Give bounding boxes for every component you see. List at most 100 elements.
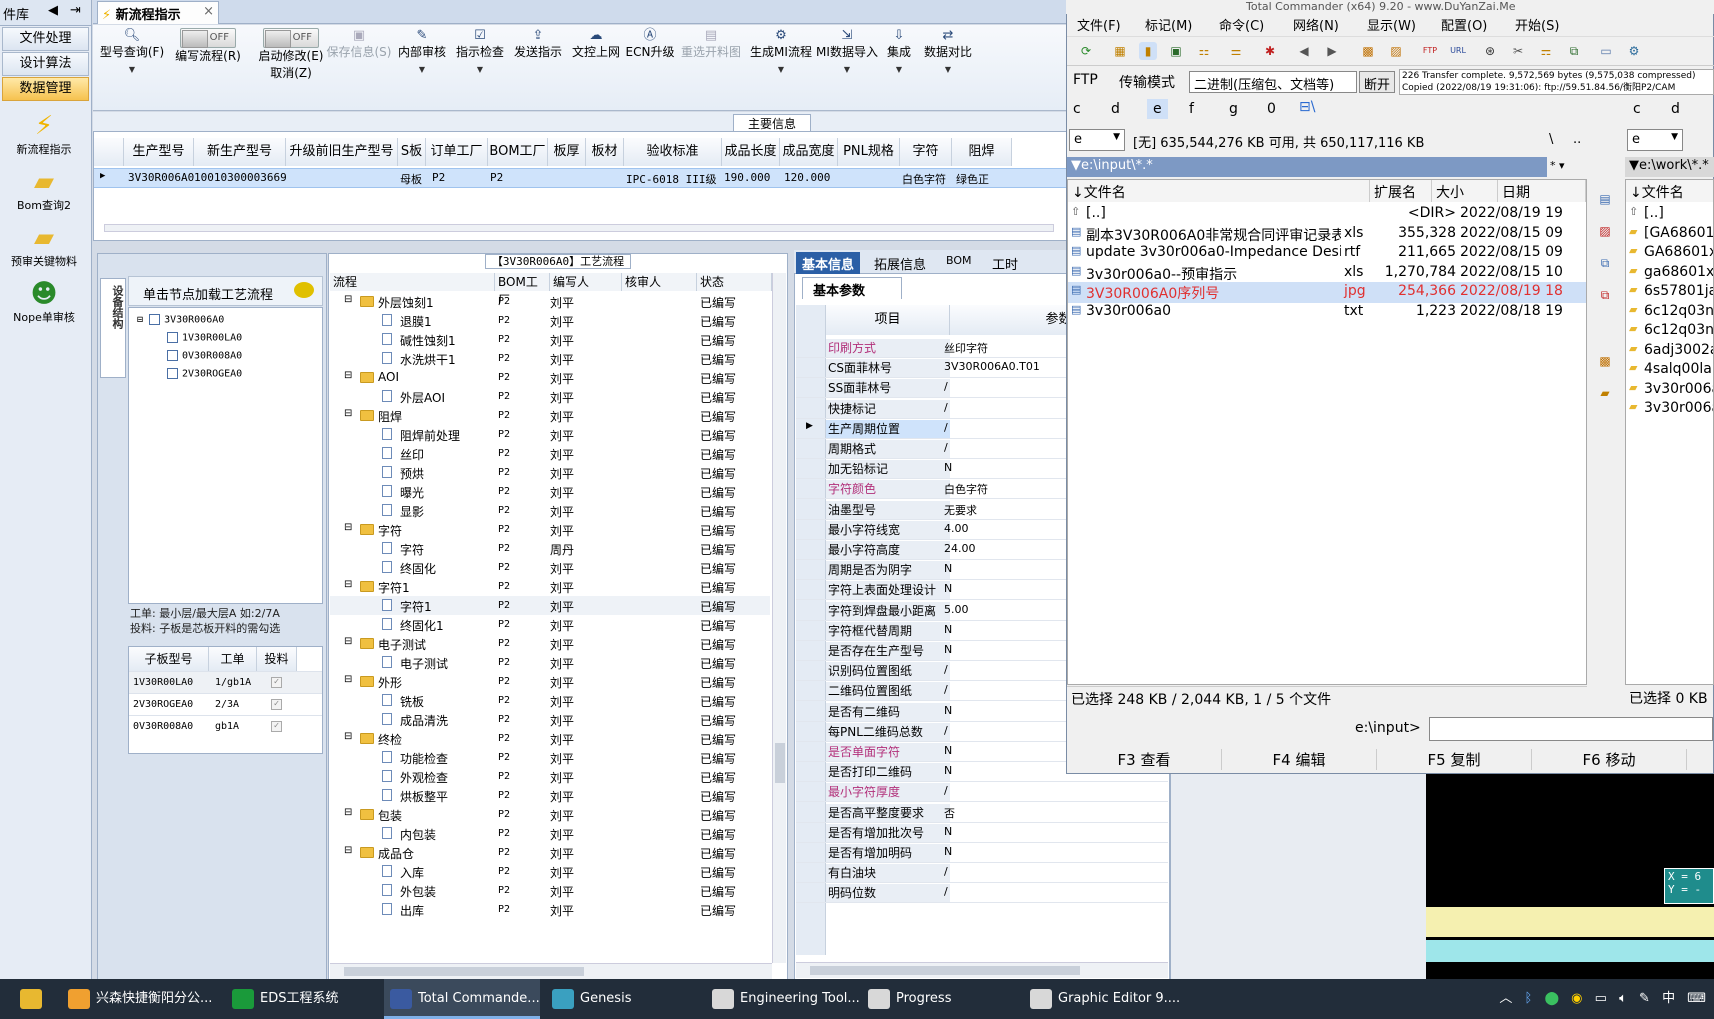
delete-file-icon[interactable]: ▨ (1596, 222, 1614, 240)
column-header-date[interactable]: 日期 (1498, 180, 1586, 202)
doc-control-online-button[interactable]: ☁ 文控上网 (567, 28, 625, 61)
tree-node-child[interactable]: 0V30R008A0 (167, 350, 242, 362)
grid-header[interactable]: 状态 (697, 273, 772, 291)
collapse-icon[interactable]: ⊟ (344, 294, 352, 305)
grid-header[interactable]: 工单 (209, 647, 257, 671)
sync-dirs-icon[interactable]: ⚎ (1537, 42, 1555, 60)
property-row[interactable]: 是否高平整度要求否 (796, 801, 1168, 823)
process-row[interactable]: 外层AOI P2 刘平 已编写 (330, 387, 770, 406)
chevron-down-icon[interactable]: ▼ (393, 61, 451, 78)
internal-review-button[interactable]: ✎ 内部审核 ▼ (393, 28, 451, 78)
file-row[interactable]: ⇧ [..] (1626, 204, 1713, 225)
process-row[interactable]: 字符 P2 周丹 已编写 (330, 539, 770, 558)
move-file-icon[interactable]: ⧉ (1596, 286, 1614, 304)
grid-header[interactable]: 字符 (900, 138, 952, 166)
property-value[interactable]: N (944, 461, 952, 474)
process-row[interactable]: 铣板 P2 刘平 已编写 (330, 691, 770, 710)
generate-mi-button[interactable]: ⚙ 生成MI流程 ▼ (747, 28, 815, 78)
settings-icon[interactable]: ⚙ (1625, 42, 1643, 60)
grid-header[interactable]: 投料 (257, 647, 297, 671)
property-row[interactable]: 最小字符厚度 / (796, 780, 1168, 803)
menu-config[interactable]: 配置(O) (1441, 15, 1487, 34)
file-row[interactable]: ⇧ [..] <DIR> 2022/08/19 19 (1068, 204, 1586, 225)
chevron-down-icon[interactable]: ▼ (747, 61, 815, 78)
process-row[interactable]: ⊟ AOI P2 刘平 已编写 (330, 368, 770, 387)
property-value[interactable]: / (944, 380, 948, 393)
grid-header[interactable]: S板 (398, 138, 426, 166)
grid-scrollbar[interactable] (104, 224, 1054, 232)
close-icon[interactable]: × (203, 4, 214, 19)
file-row[interactable]: ▤ 副本3V30R006A0非常规合同评审记录表 xls 355,328 2022/08… (1068, 224, 1586, 245)
network-drive-icon[interactable]: ⊟\ (1299, 99, 1315, 115)
collapse-icon[interactable]: ⊟ (344, 674, 352, 685)
multi-rename-icon[interactable]: ✂ (1509, 42, 1527, 60)
network-icon[interactable]: ▭ (1595, 991, 1607, 1006)
grid-header[interactable]: 项目 (826, 305, 950, 335)
ecn-upgrade-button[interactable]: Ⓐ ECN升级 (625, 28, 675, 61)
command-input[interactable] (1429, 717, 1713, 741)
grid-header[interactable]: 升级前旧生产型号 (286, 138, 398, 166)
model-query-button[interactable]: 🔍︎ 型号查询(F) ▼ (99, 28, 165, 78)
scroll-thumb[interactable] (810, 966, 1080, 975)
process-row[interactable]: ⊟ 成品仓 P2 刘平 已编写 (330, 843, 770, 862)
archive-icon[interactable]: ▩ (1596, 352, 1614, 370)
nope-review-button[interactable]: ☻ Nope单审核 (0, 279, 88, 325)
tab-work-hours[interactable]: 工时 (986, 252, 1024, 274)
bluetooth-icon[interactable]: ᛒ (1525, 991, 1533, 1006)
feed-checkbox[interactable]: ✓ (271, 677, 282, 688)
process-row[interactable]: ⊟ 字符1 P2 刘平 已编写 (330, 577, 770, 596)
process-horizontal-scrollbar[interactable] (330, 963, 772, 979)
transfer-mode-select[interactable]: 二进制(压缩包、文档等) (1189, 71, 1357, 93)
file-row[interactable]: ▰ 3v30r006a (1626, 399, 1713, 420)
select-icon[interactable]: ⚌ (1227, 42, 1245, 60)
f6-move-button[interactable]: F6 移动 (1532, 749, 1687, 770)
taskbar-item[interactable]: Total Commande... (384, 979, 540, 1019)
table-row[interactable]: 1V30R00LA0 1/gb1A ✓ (129, 671, 322, 693)
left-path-bar[interactable]: ▼e:\input\*.* (1067, 157, 1547, 177)
pack-icon[interactable]: ▩ (1359, 42, 1377, 60)
property-value[interactable]: 无要求 (944, 502, 977, 518)
tab-extended-info[interactable]: 拓展信息 (868, 252, 932, 274)
file-row[interactable]: ▰ 4salq00la (1626, 360, 1713, 381)
grid-header[interactable]: PNL规格 (838, 138, 900, 166)
process-row[interactable]: 字符1 P2 刘平 已编写 (330, 596, 770, 615)
instruction-check-button[interactable]: ☑ 指示检查 ▼ (451, 28, 509, 78)
file-row[interactable]: ▰ 3v30r006a (1626, 380, 1713, 401)
property-value[interactable]: 否 (944, 805, 955, 821)
chevron-down-icon[interactable]: ▼ (99, 61, 165, 78)
drive-g-button[interactable]: g (1229, 101, 1238, 117)
view-file-icon[interactable]: ▤ (1596, 190, 1614, 208)
collapse-icon[interactable]: ⊟ (344, 731, 352, 742)
tab-bom[interactable]: BOM (940, 252, 978, 274)
drive-d-button[interactable]: d (1111, 101, 1120, 117)
cancel-modify-label[interactable]: 取消(Z) (249, 65, 333, 82)
chat-bubble-icon[interactable] (294, 282, 314, 298)
start-modify-toggle[interactable]: OFF 启动修改(E) 取消(Z) (249, 28, 333, 82)
f5-copy-button[interactable]: F5 复制 (1377, 749, 1532, 770)
property-value[interactable]: 丝印字符 (944, 340, 988, 356)
process-row[interactable]: ⊟ 外层蚀刻1 P2 刘平 已编写 (330, 292, 770, 311)
grid-header[interactable]: BOM工厂 (495, 273, 550, 307)
collapse-icon[interactable]: ⊟ (344, 845, 352, 856)
tree-view-icon[interactable]: ⚏ (1195, 42, 1213, 60)
pen-icon[interactable]: ✎ (1639, 991, 1650, 1006)
ime-indicator[interactable]: 中 (1662, 991, 1675, 1006)
property-value[interactable]: / (944, 663, 948, 676)
bom-query-button[interactable]: ▰ Bom查询2 (0, 167, 88, 213)
file-row[interactable]: ▰ [GA68601 (1626, 224, 1713, 245)
grid-header[interactable]: 成品宽度 (780, 138, 838, 166)
drive-e-button[interactable]: e (1147, 99, 1168, 119)
find-icon[interactable]: ⊛ (1481, 42, 1499, 60)
pre-review-material-button[interactable]: ▰ 预审关键物料 (0, 223, 88, 269)
property-value[interactable]: 4.00 (944, 522, 969, 535)
tab-new-process[interactable]: ⚡ 新流程指示 × (97, 1, 219, 24)
process-row[interactable]: 外观检查 P2 刘平 已编写 (330, 767, 770, 786)
property-value[interactable]: N (944, 764, 952, 777)
grid-header[interactable]: 订单工厂 (426, 138, 488, 166)
history-button[interactable]: * ▾ (1550, 159, 1565, 172)
grid-header[interactable]: 板材 (586, 138, 624, 166)
keyboard-icon[interactable]: ⌨ (1687, 991, 1706, 1006)
tab-basic-info[interactable]: 基本信息 (796, 252, 861, 274)
process-row[interactable]: 预烘 P2 刘平 已编写 (330, 463, 770, 482)
security-icon[interactable]: ◉ (1571, 991, 1582, 1006)
